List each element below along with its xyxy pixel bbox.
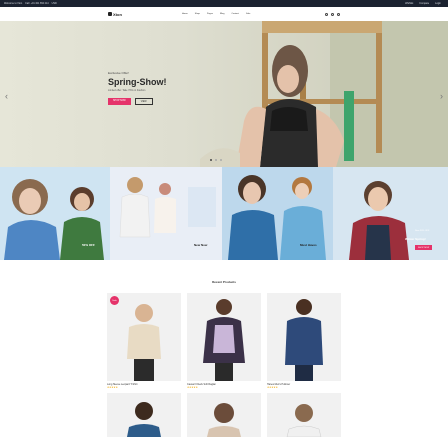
heart-icon[interactable] [331, 12, 334, 16]
hero-caption: Exclusive Offer! Spring-Show! Limited of… [108, 71, 198, 106]
promo-banner-winter[interactable]: New 30% OFF Winter Spring! SHOP NOW [333, 167, 448, 260]
hero-kicker: Exclusive Offer! [108, 71, 129, 75]
nav-blog[interactable]: Blog [220, 13, 224, 15]
cart-icon[interactable] [337, 12, 340, 16]
hero-slider: ‹ › Exclusive Offer! Spring-Show! Limite… [0, 21, 448, 167]
site-header: Xton Home Shop Pages Blog Contact Sale [0, 7, 448, 21]
hero-prev-button[interactable]: ‹ [5, 91, 8, 101]
slider-dots [210, 159, 222, 161]
login-link[interactable]: Login [435, 2, 441, 5]
product-card[interactable]: Causal V-Neck Soft Raglan ★★★★★ [187, 293, 261, 389]
view-button[interactable]: VIEW [134, 98, 153, 106]
nav-contact[interactable]: Contact [231, 13, 239, 15]
product-image [107, 393, 181, 437]
nav-pages[interactable]: Pages [207, 13, 213, 15]
hero-next-button[interactable]: › [440, 91, 443, 101]
banner-winter-button[interactable]: SHOP NOW [415, 245, 433, 250]
phone-text: Call: +01 321 654 214 [25, 2, 49, 5]
product-photo [127, 402, 161, 437]
shop-now-button[interactable]: SHOP NOW [108, 98, 131, 106]
slider-dot[interactable] [220, 159, 222, 161]
banner-kids-subtitle: 50% OFF [82, 243, 95, 247]
hero-subtitle: Limited offer: Take 70% on Fashion [108, 89, 146, 92]
slider-dot[interactable] [210, 159, 212, 161]
product-image [267, 293, 341, 381]
logo[interactable]: Xton [108, 12, 122, 17]
nav-shop[interactable]: Shop [195, 13, 200, 15]
product-image [267, 393, 341, 437]
currency-select[interactable]: USD [52, 2, 57, 5]
top-bar: Welcome to Xton Call: +01 321 654 214 US… [0, 0, 448, 7]
rating-stars: ★★★★★ [187, 386, 198, 389]
sale-badge: Sale [110, 296, 119, 305]
search-icon[interactable] [325, 12, 328, 16]
nav-home[interactable]: Home [182, 13, 188, 15]
product-photo [127, 304, 161, 381]
product-card[interactable] [107, 393, 181, 437]
welcome-text: Welcome to Xton [4, 2, 23, 5]
product-photo [286, 404, 322, 437]
banner-winter-title: Winter Spring! [405, 237, 426, 241]
product-card[interactable]: Hanes Men's Pullover ★★★★★ [267, 293, 341, 389]
page: Welcome to Xton Call: +01 321 654 214 US… [0, 0, 448, 447]
rating-stars: ★★★★★ [107, 386, 118, 389]
product-image [187, 293, 261, 381]
banner-musthaves-title: Must Haves [300, 243, 317, 247]
product-photo [285, 299, 323, 381]
main-nav: Home Shop Pages Blog Contact Sale [182, 13, 250, 15]
product-grid: Sale Long Sleeve Leopard T-Shirt ★★★★★ C… [107, 293, 341, 437]
promo-banner-musthaves[interactable]: Must Haves [222, 167, 333, 260]
slider-dot[interactable] [215, 159, 217, 161]
hero-title: Spring-Show! [108, 77, 167, 87]
product-card[interactable] [267, 393, 341, 437]
promo-banner-kids[interactable]: 50% OFF [0, 167, 110, 260]
logo-text: Xton [113, 11, 122, 17]
compare-link[interactable]: Compare [419, 2, 429, 5]
product-photo [207, 403, 241, 437]
banner-winter-subtitle: New 30% OFF [415, 230, 430, 232]
hero-image [200, 21, 448, 167]
product-image: Sale [107, 293, 181, 381]
product-photo [203, 299, 245, 381]
rating-stars: ★★★★★ [267, 386, 278, 389]
logo-icon [108, 12, 112, 16]
product-card[interactable]: Sale Long Sleeve Leopard T-Shirt ★★★★★ [107, 293, 181, 389]
product-image [187, 393, 261, 437]
wishlist-link[interactable]: Wishlist [405, 2, 413, 5]
product-card[interactable] [187, 393, 261, 437]
promo-banner-new[interactable]: New Now [110, 167, 222, 260]
nav-sale[interactable]: Sale [246, 13, 250, 15]
section-title: Recent Products [212, 280, 236, 284]
banner-new-title: New Now [194, 243, 208, 247]
